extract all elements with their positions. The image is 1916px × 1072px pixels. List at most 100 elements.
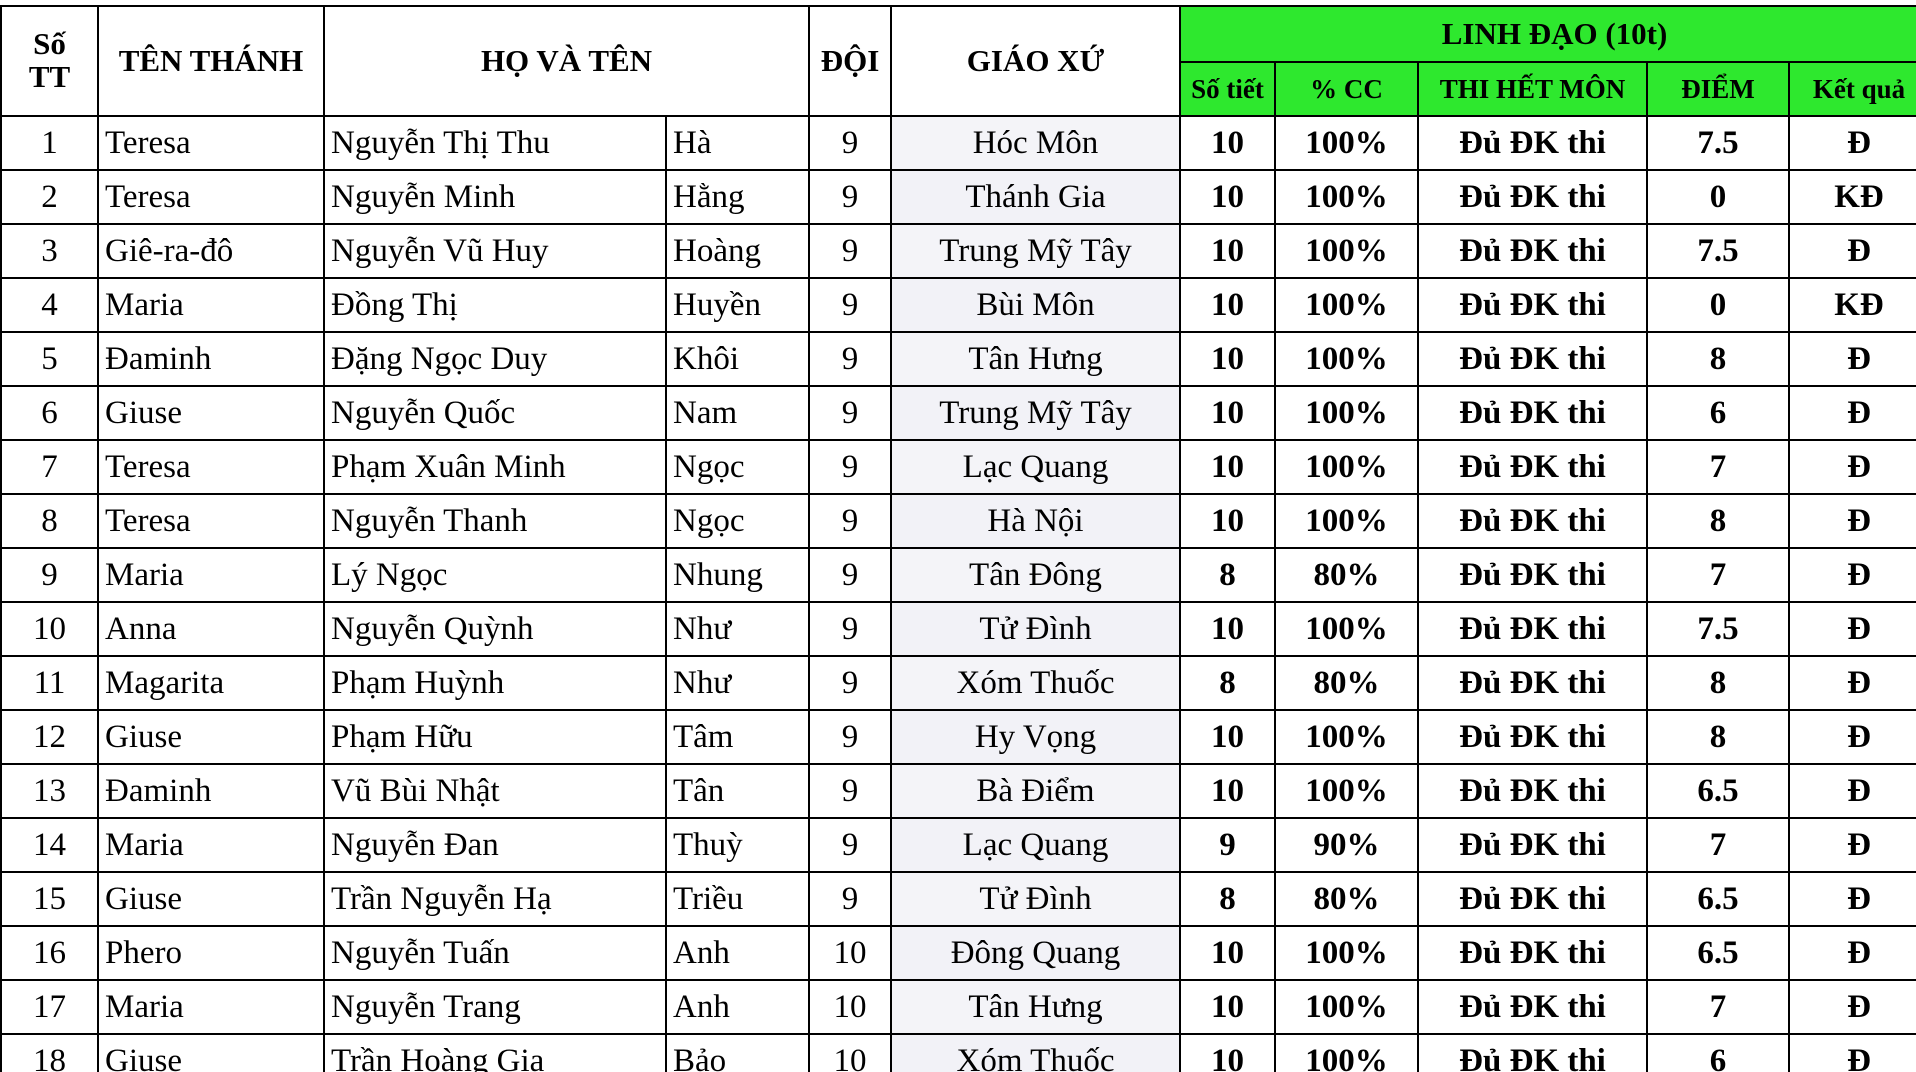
cell-stt[interactable]: 2 bbox=[0, 169, 99, 225]
cell-ket-qua[interactable]: Đ bbox=[1787, 601, 1916, 657]
cell-so-tiet[interactable]: 10 bbox=[1179, 115, 1276, 171]
cell-so-tiet[interactable]: 10 bbox=[1179, 979, 1276, 1035]
cell-pct-cc[interactable]: 100% bbox=[1274, 925, 1419, 981]
cell-doi[interactable]: 9 bbox=[808, 439, 892, 495]
cell-ten-thanh[interactable]: Đaminh bbox=[97, 331, 325, 387]
cell-ket-qua[interactable]: Đ bbox=[1787, 655, 1916, 711]
cell-ten[interactable]: Triều bbox=[665, 871, 810, 927]
cell-giao-xu[interactable]: Tân Hưng bbox=[890, 979, 1181, 1035]
cell-diem[interactable]: 7.5 bbox=[1646, 223, 1790, 279]
cell-thi-het-mon[interactable]: Đủ ĐK thi bbox=[1417, 439, 1648, 495]
cell-stt[interactable]: 14 bbox=[0, 817, 99, 873]
cell-ten-thanh[interactable]: Teresa bbox=[97, 439, 325, 495]
cell-ten[interactable]: Tân bbox=[665, 763, 810, 819]
cell-giao-xu[interactable]: Hóc Môn bbox=[890, 115, 1181, 171]
cell-pct-cc[interactable]: 100% bbox=[1274, 115, 1419, 171]
cell-diem[interactable]: 6.5 bbox=[1646, 925, 1790, 981]
cell-stt[interactable]: 15 bbox=[0, 871, 99, 927]
cell-ho-dem[interactable]: Phạm Hữu bbox=[323, 709, 667, 765]
cell-giao-xu[interactable]: Xóm Thuốc bbox=[890, 655, 1181, 711]
cell-stt[interactable]: 7 bbox=[0, 439, 99, 495]
cell-thi-het-mon[interactable]: Đủ ĐK thi bbox=[1417, 979, 1648, 1035]
cell-giao-xu[interactable]: Bà Điểm bbox=[890, 763, 1181, 819]
cell-thi-het-mon[interactable]: Đủ ĐK thi bbox=[1417, 709, 1648, 765]
cell-ten[interactable]: Huyền bbox=[665, 277, 810, 333]
cell-so-tiet[interactable]: 9 bbox=[1179, 817, 1276, 873]
cell-ten[interactable]: Hoàng bbox=[665, 223, 810, 279]
cell-ket-qua[interactable]: Đ bbox=[1787, 871, 1916, 927]
cell-giao-xu[interactable]: Hà Nội bbox=[890, 493, 1181, 549]
cell-pct-cc[interactable]: 100% bbox=[1274, 439, 1419, 495]
cell-pct-cc[interactable]: 100% bbox=[1274, 331, 1419, 387]
cell-diem[interactable]: 6.5 bbox=[1646, 763, 1790, 819]
cell-ten[interactable]: Hà bbox=[665, 115, 810, 171]
cell-doi[interactable]: 9 bbox=[808, 385, 892, 441]
cell-giao-xu[interactable]: Tân Đông bbox=[890, 547, 1181, 603]
cell-ten[interactable]: Anh bbox=[665, 979, 810, 1035]
cell-stt[interactable]: 1 bbox=[0, 115, 99, 171]
cell-stt[interactable]: 4 bbox=[0, 277, 99, 333]
cell-ten-thanh[interactable]: Teresa bbox=[97, 115, 325, 171]
cell-diem[interactable]: 7 bbox=[1646, 979, 1790, 1035]
cell-pct-cc[interactable]: 100% bbox=[1274, 385, 1419, 441]
cell-ho-dem[interactable]: Nguyễn Vũ Huy bbox=[323, 223, 667, 279]
cell-diem[interactable]: 0 bbox=[1646, 169, 1790, 225]
cell-ten-thanh[interactable]: Giê-ra-đô bbox=[97, 223, 325, 279]
cell-giao-xu[interactable]: Bùi Môn bbox=[890, 277, 1181, 333]
cell-giao-xu[interactable]: Lạc Quang bbox=[890, 817, 1181, 873]
cell-doi[interactable]: 9 bbox=[808, 493, 892, 549]
cell-ten[interactable]: Khôi bbox=[665, 331, 810, 387]
cell-ket-qua[interactable]: Đ bbox=[1787, 385, 1916, 441]
cell-diem[interactable]: 7 bbox=[1646, 817, 1790, 873]
cell-diem[interactable]: 8 bbox=[1646, 493, 1790, 549]
cell-ten[interactable]: Ngọc bbox=[665, 493, 810, 549]
cell-ten[interactable]: Như bbox=[665, 601, 810, 657]
cell-pct-cc[interactable]: 100% bbox=[1274, 709, 1419, 765]
cell-diem[interactable]: 6 bbox=[1646, 1033, 1790, 1072]
cell-so-tiet[interactable]: 10 bbox=[1179, 277, 1276, 333]
cell-doi[interactable]: 9 bbox=[808, 277, 892, 333]
cell-so-tiet[interactable]: 8 bbox=[1179, 547, 1276, 603]
cell-thi-het-mon[interactable]: Đủ ĐK thi bbox=[1417, 493, 1648, 549]
cell-ket-qua[interactable]: Đ bbox=[1787, 763, 1916, 819]
cell-doi[interactable]: 9 bbox=[808, 871, 892, 927]
cell-so-tiet[interactable]: 10 bbox=[1179, 925, 1276, 981]
cell-ho-dem[interactable]: Trần Hoàng Gia bbox=[323, 1033, 667, 1072]
cell-thi-het-mon[interactable]: Đủ ĐK thi bbox=[1417, 169, 1648, 225]
cell-ket-qua[interactable]: Đ bbox=[1787, 547, 1916, 603]
cell-ket-qua[interactable]: Đ bbox=[1787, 439, 1916, 495]
cell-giao-xu[interactable]: Thánh Gia bbox=[890, 169, 1181, 225]
cell-ho-dem[interactable]: Phạm Xuân Minh bbox=[323, 439, 667, 495]
cell-so-tiet[interactable]: 10 bbox=[1179, 709, 1276, 765]
cell-ho-dem[interactable]: Đồng Thị bbox=[323, 277, 667, 333]
cell-pct-cc[interactable]: 100% bbox=[1274, 1033, 1419, 1072]
cell-ten-thanh[interactable]: Teresa bbox=[97, 169, 325, 225]
cell-stt[interactable]: 6 bbox=[0, 385, 99, 441]
cell-ten[interactable]: Anh bbox=[665, 925, 810, 981]
cell-ho-dem[interactable]: Nguyễn Đan bbox=[323, 817, 667, 873]
cell-diem[interactable]: 7 bbox=[1646, 439, 1790, 495]
cell-ket-qua[interactable]: Đ bbox=[1787, 709, 1916, 765]
cell-ten[interactable]: Nhung bbox=[665, 547, 810, 603]
cell-so-tiet[interactable]: 10 bbox=[1179, 493, 1276, 549]
cell-ten[interactable]: Như bbox=[665, 655, 810, 711]
cell-ket-qua[interactable]: Đ bbox=[1787, 817, 1916, 873]
cell-so-tiet[interactable]: 10 bbox=[1179, 331, 1276, 387]
cell-ten-thanh[interactable]: Đaminh bbox=[97, 763, 325, 819]
cell-giao-xu[interactable]: Trung Mỹ Tây bbox=[890, 385, 1181, 441]
cell-ten-thanh[interactable]: Teresa bbox=[97, 493, 325, 549]
cell-diem[interactable]: 7.5 bbox=[1646, 115, 1790, 171]
cell-ho-dem[interactable]: Lý Ngọc bbox=[323, 547, 667, 603]
cell-stt[interactable]: 13 bbox=[0, 763, 99, 819]
cell-pct-cc[interactable]: 100% bbox=[1274, 601, 1419, 657]
cell-ho-dem[interactable]: Nguyễn Trang bbox=[323, 979, 667, 1035]
cell-doi[interactable]: 10 bbox=[808, 979, 892, 1035]
cell-diem[interactable]: 7 bbox=[1646, 547, 1790, 603]
cell-so-tiet[interactable]: 10 bbox=[1179, 1033, 1276, 1072]
cell-pct-cc[interactable]: 90% bbox=[1274, 817, 1419, 873]
cell-doi[interactable]: 9 bbox=[808, 331, 892, 387]
cell-ten-thanh[interactable]: Anna bbox=[97, 601, 325, 657]
cell-thi-het-mon[interactable]: Đủ ĐK thi bbox=[1417, 277, 1648, 333]
cell-ten-thanh[interactable]: Giuse bbox=[97, 385, 325, 441]
cell-diem[interactable]: 6.5 bbox=[1646, 871, 1790, 927]
